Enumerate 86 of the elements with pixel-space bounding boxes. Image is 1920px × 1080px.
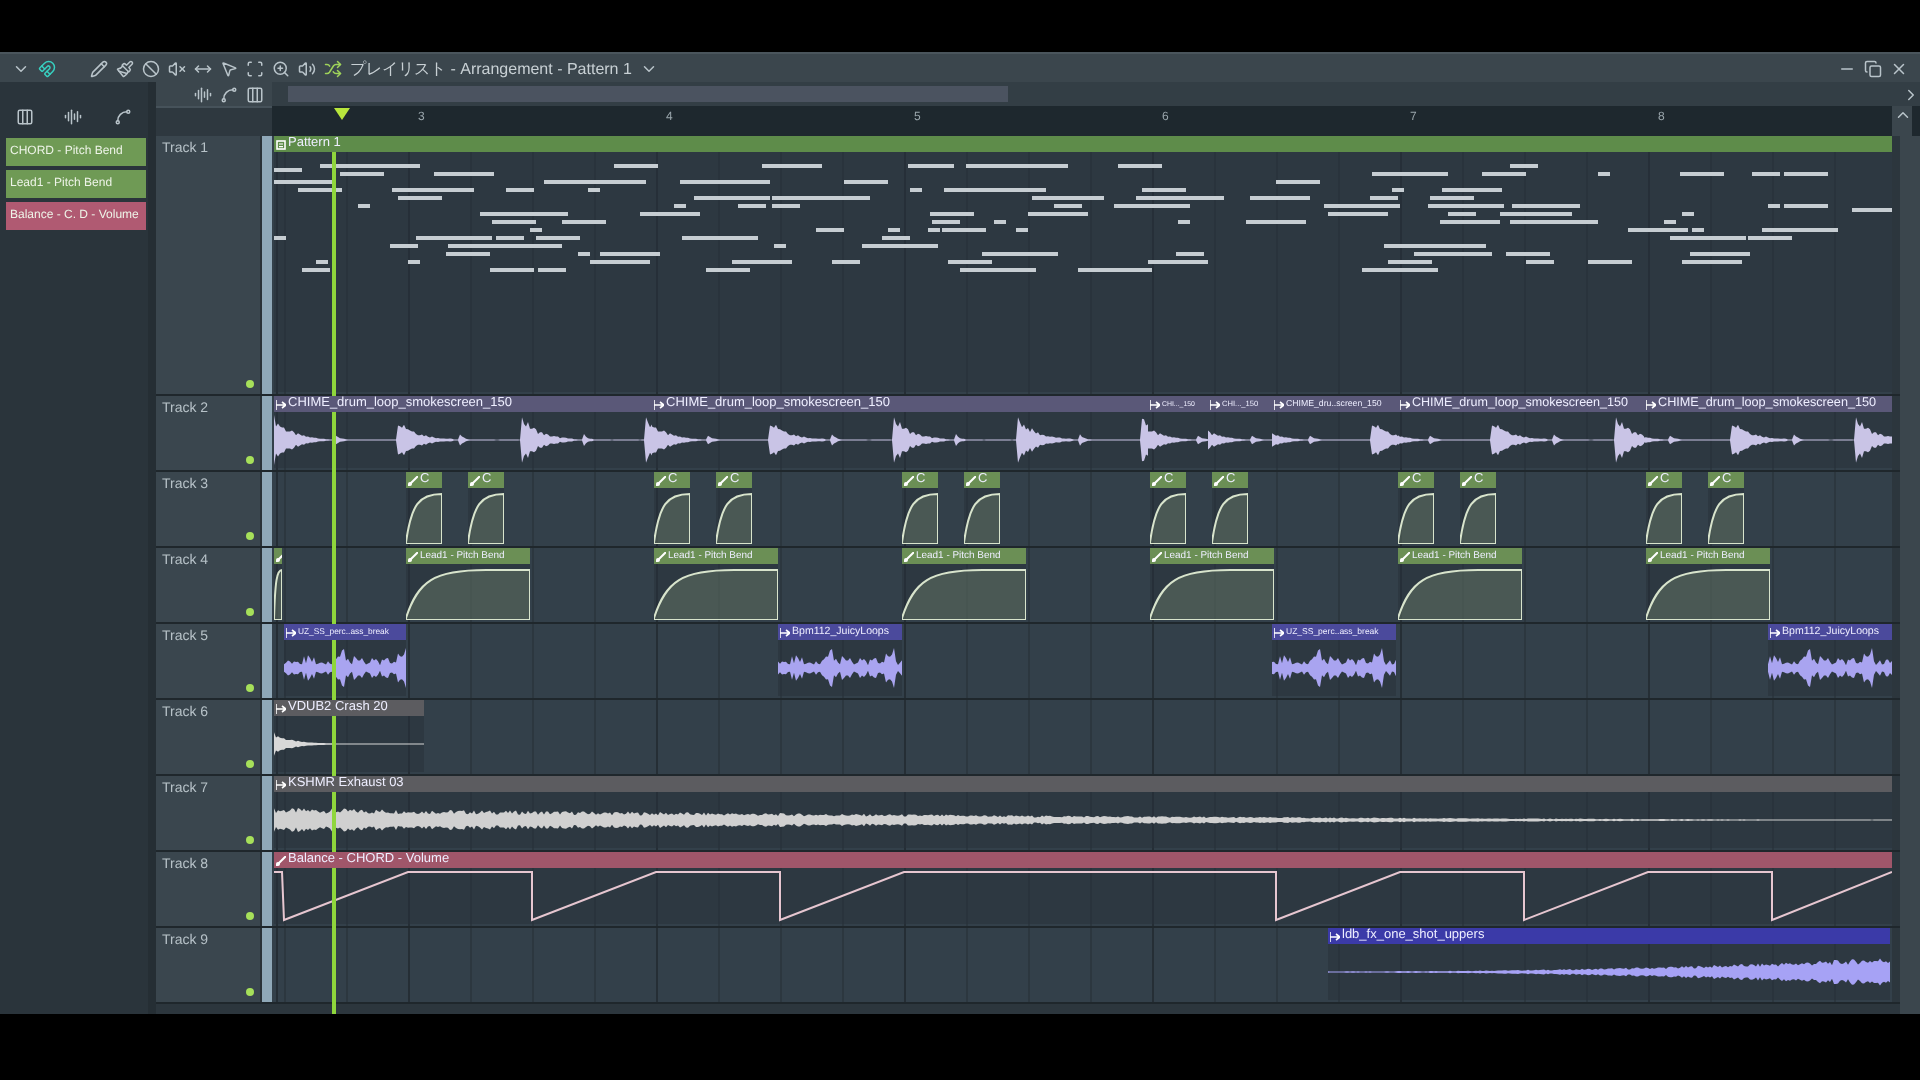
automation-curve bbox=[274, 564, 282, 620]
automation-curve bbox=[1398, 488, 1434, 544]
audio-clip-icon bbox=[1770, 627, 1780, 637]
audio-clip-icon bbox=[286, 627, 296, 637]
track-enable-dot[interactable] bbox=[246, 380, 254, 388]
paintbrush-icon[interactable] bbox=[116, 59, 134, 77]
automation-curve bbox=[1398, 564, 1522, 620]
automation-curve bbox=[1460, 488, 1496, 544]
automation-curve bbox=[1646, 564, 1770, 620]
audio-clip-icon bbox=[276, 399, 286, 409]
automation-curve bbox=[964, 488, 1000, 544]
pointer-icon[interactable] bbox=[220, 59, 238, 77]
automation-curve bbox=[654, 564, 778, 620]
audio-clip-icon bbox=[1646, 399, 1656, 409]
audio-clip-icon bbox=[1274, 399, 1284, 409]
automation-clip-icon bbox=[1462, 475, 1472, 485]
speaker-muted-icon[interactable] bbox=[168, 59, 186, 77]
automation-clip-icon bbox=[966, 475, 976, 485]
automation-clip-icon bbox=[408, 551, 418, 561]
automation-clip-icon bbox=[904, 551, 914, 561]
horizontal-arrows-icon[interactable] bbox=[194, 59, 212, 77]
snap-magnet-icon[interactable] bbox=[38, 59, 56, 77]
audio-clip-icon bbox=[654, 399, 664, 409]
track-enable-dot[interactable] bbox=[246, 608, 254, 616]
audio-clip-icon bbox=[1330, 931, 1340, 941]
automation-clip-icon bbox=[718, 475, 728, 485]
vertical-scrollbar[interactable] bbox=[1900, 136, 1920, 1014]
automation-curve bbox=[406, 564, 530, 620]
scroll-up-icon[interactable] bbox=[1893, 106, 1911, 124]
audio-icon[interactable] bbox=[194, 85, 212, 103]
automation-clip-icon bbox=[1400, 551, 1410, 561]
track-enable-dot[interactable] bbox=[246, 456, 254, 464]
piano-roll-icon[interactable] bbox=[246, 85, 264, 103]
audio-icon[interactable] bbox=[64, 108, 83, 126]
automation-curve bbox=[1212, 488, 1248, 544]
automation-clip-icon bbox=[408, 475, 418, 485]
automation-curve bbox=[902, 488, 938, 544]
automation-clip-icon bbox=[656, 551, 666, 561]
pattern-clip-icon bbox=[276, 139, 286, 149]
automation-curve bbox=[1708, 488, 1744, 544]
automation-clip-icon bbox=[904, 475, 914, 485]
speaker-icon[interactable] bbox=[298, 59, 316, 77]
automation-curve bbox=[716, 488, 752, 544]
automation-clip-icon bbox=[1710, 475, 1720, 485]
automation-clip-icon bbox=[1648, 475, 1658, 485]
window-title: プレイリスト - Arrangement - Pattern 1 bbox=[350, 57, 632, 79]
audio-clip-icon bbox=[780, 627, 790, 637]
track-enable-dot[interactable] bbox=[246, 988, 254, 996]
automation-clip-icon bbox=[1648, 551, 1658, 561]
track-enable-dot[interactable] bbox=[246, 684, 254, 692]
automation-icon[interactable] bbox=[220, 85, 238, 103]
automation-curve bbox=[468, 488, 504, 544]
audio-clip-icon bbox=[276, 703, 286, 713]
automation-clip[interactable] bbox=[274, 548, 282, 620]
select-icon[interactable] bbox=[246, 59, 264, 77]
track-enable-dot[interactable] bbox=[246, 760, 254, 768]
automation-curve bbox=[902, 564, 1026, 620]
audio-clip-icon bbox=[1150, 399, 1160, 409]
close-icon[interactable] bbox=[1890, 59, 1908, 77]
scroll-right-icon[interactable] bbox=[1902, 85, 1920, 103]
automation-curve bbox=[406, 488, 442, 544]
automation-clip-icon bbox=[1152, 551, 1162, 561]
track-enable-dot[interactable] bbox=[246, 836, 254, 844]
automation-clip-icon bbox=[276, 855, 286, 865]
automation-curve bbox=[1150, 564, 1274, 620]
automation-clip-icon bbox=[656, 475, 666, 485]
audio-clip-icon bbox=[1400, 399, 1410, 409]
audio-clip-icon bbox=[276, 779, 286, 789]
automation-clip-icon bbox=[1400, 475, 1410, 485]
automation-curve bbox=[1150, 488, 1186, 544]
audio-clip-icon bbox=[1210, 399, 1220, 409]
piano-roll-icon[interactable] bbox=[15, 108, 34, 126]
automation-curve bbox=[1646, 488, 1682, 544]
automation-clip-icon bbox=[1152, 475, 1162, 485]
mute-icon[interactable] bbox=[142, 59, 160, 77]
automation-curve bbox=[654, 488, 690, 544]
overview-scrollbar[interactable] bbox=[288, 86, 1008, 102]
pencil-icon[interactable] bbox=[90, 59, 108, 77]
track-enable-dot[interactable] bbox=[246, 912, 254, 920]
audio-clip-icon bbox=[1274, 627, 1284, 637]
automation-clip-icon bbox=[1214, 475, 1224, 485]
automation-icon[interactable] bbox=[114, 108, 133, 126]
automation-clip-icon bbox=[470, 475, 480, 485]
zoom-icon[interactable] bbox=[272, 59, 290, 77]
restore-icon[interactable] bbox=[1864, 59, 1882, 77]
track-enable-dot[interactable] bbox=[246, 532, 254, 540]
